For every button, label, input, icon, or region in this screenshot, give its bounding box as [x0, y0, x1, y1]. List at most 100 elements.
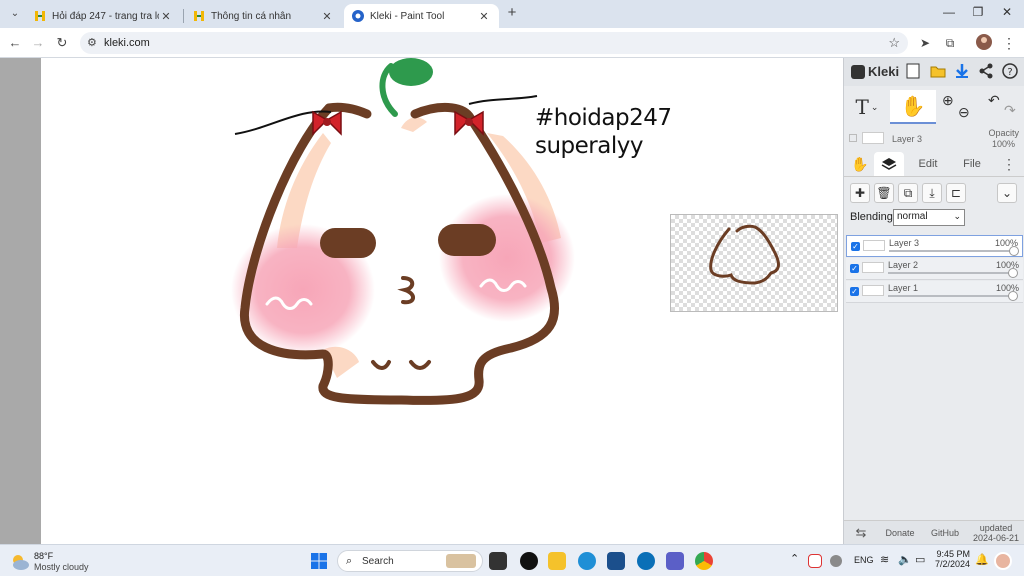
hoidap-favicon-icon — [193, 10, 205, 22]
reload-icon[interactable]: ↻ — [53, 34, 71, 52]
new-image-icon[interactable] — [906, 63, 924, 81]
kleki-sidebar: Kleki ? T ⌄ ✋ ⊕ ⊖ ↶ ↷ Layer 3 Opacity 10… — [843, 58, 1024, 544]
forward-icon[interactable]: → — [29, 34, 47, 52]
blending-select[interactable]: normal ⌄ — [893, 209, 965, 226]
browser-menu-icon[interactable]: ⋮ — [1000, 34, 1018, 52]
layer-row-1[interactable]: ✓ Layer 1 100% — [846, 281, 1023, 303]
layer-name: Layer 3 — [889, 238, 920, 248]
extensions-icon[interactable]: ⧉ — [941, 34, 959, 52]
rename-layer-icon[interactable]: ⊏ — [946, 183, 966, 203]
close-tab-icon[interactable]: ✕ — [477, 10, 491, 23]
chrome-icon[interactable] — [695, 552, 713, 570]
notifications-icon[interactable]: 🔔 — [975, 553, 989, 566]
tab-edit[interactable]: Edit — [908, 152, 948, 176]
help-icon[interactable]: ? — [1002, 63, 1020, 81]
layer-name: Layer 2 — [888, 260, 919, 270]
swap-sides-icon[interactable]: ⇆ — [844, 525, 878, 541]
restore-icon[interactable]: ❐ — [969, 5, 987, 21]
clock-time: 9:45 PM — [936, 549, 970, 559]
layer-opacity-slider[interactable] — [888, 291, 1018, 301]
close-tab-icon[interactable]: ✕ — [320, 10, 334, 23]
hand-tool-icon[interactable]: ✋ — [890, 90, 936, 124]
more-options-icon[interactable]: ⋮ — [1000, 152, 1018, 176]
redo-icon[interactable]: ↷ — [1004, 102, 1016, 119]
svg-text:?: ? — [1007, 67, 1012, 78]
browser-tab-kleki[interactable]: Kleki - Paint Tool ✕ — [344, 4, 499, 28]
battery-icon[interactable]: ▭ — [915, 553, 925, 566]
teams-icon[interactable] — [666, 552, 684, 570]
layer-row-3[interactable]: ✓ Layer 3 100% — [846, 235, 1023, 257]
slider-knob[interactable] — [1009, 246, 1019, 256]
bookmark-star-icon[interactable]: ☆ — [888, 35, 900, 51]
tab-title: Hỏi đáp 247 - trang tra loi — [52, 10, 159, 22]
task-view-icon[interactable] — [489, 552, 507, 570]
profile-avatar[interactable] — [975, 34, 993, 52]
address-bar: ← → ↻ ⚙ kleki.com ☆ ➤ ⧉ ⋮ — [0, 28, 1024, 58]
copilot-avatar[interactable] — [994, 552, 1012, 570]
blending-label: Blending — [850, 211, 893, 223]
hashtag-text: #hoidap247 superalyy — [535, 104, 672, 160]
dell-icon[interactable] — [637, 552, 655, 570]
duplicate-layer-icon[interactable]: ⧉ — [898, 183, 918, 203]
edge-icon[interactable] — [578, 552, 596, 570]
github-link[interactable]: GitHub — [922, 528, 968, 538]
merge-layer-icon[interactable]: ⤓ — [922, 183, 942, 203]
browser-tab-profile[interactable]: Thông tin cá nhân ✕ — [185, 4, 342, 28]
browser-tab-hoidap[interactable]: Hỏi đáp 247 - trang tra loi ✕ — [26, 4, 181, 28]
site-info-icon[interactable]: ⚙ — [87, 36, 97, 49]
clock[interactable]: 9:45 PM 7/2/2024 — [934, 549, 970, 569]
wifi-icon[interactable]: ≋ — [880, 553, 889, 566]
back-icon[interactable]: ← — [6, 34, 24, 52]
donate-link[interactable]: Donate — [878, 528, 922, 538]
close-tab-icon[interactable]: ✕ — [159, 10, 173, 23]
share-icon[interactable] — [978, 63, 996, 81]
tab-separator — [183, 9, 184, 23]
tiktok-icon[interactable] — [520, 552, 538, 570]
tab-layers-icon[interactable] — [874, 152, 904, 176]
slider-knob[interactable] — [1008, 268, 1018, 278]
url-input[interactable]: ⚙ kleki.com ☆ — [80, 32, 908, 54]
close-window-icon[interactable]: ✕ — [998, 5, 1016, 21]
hashtag-line-2: superalyy — [535, 133, 643, 159]
drawing-canvas[interactable]: #hoidap247 superalyy — [41, 58, 843, 544]
layer-visibility-checkbox[interactable]: ✓ — [850, 264, 859, 273]
store-icon[interactable] — [607, 552, 625, 570]
layer-row-2[interactable]: ✓ Layer 2 100% — [846, 258, 1023, 280]
show-hidden-icons-icon[interactable]: ⌃ — [790, 552, 799, 565]
windows-start-icon[interactable] — [310, 552, 328, 570]
weather-temp: 88°F — [34, 551, 54, 561]
opacity-label: Opacity — [988, 128, 1019, 138]
kleki-logo[interactable]: Kleki — [851, 64, 899, 79]
tray-update-icon[interactable] — [830, 555, 842, 567]
zoom-in-icon[interactable]: ⊕ — [942, 92, 954, 109]
volume-icon[interactable]: 🔈 — [898, 553, 912, 566]
layer-thumbnail — [862, 285, 884, 296]
open-folder-icon[interactable] — [930, 63, 948, 81]
layers-dropdown-icon[interactable]: ⌄ — [997, 183, 1017, 203]
zoom-out-icon[interactable]: ⊖ — [958, 104, 970, 121]
updated-info: updated 2024-06-21 — [968, 523, 1024, 543]
download-icon[interactable] — [954, 63, 972, 81]
tab-search-icon[interactable]: ⌄ — [6, 5, 24, 23]
minimize-icon[interactable]: — — [940, 5, 958, 21]
slider-knob[interactable] — [1008, 291, 1018, 301]
file-explorer-icon[interactable] — [548, 552, 566, 570]
taskbar-search-input[interactable]: ⌕ Search — [337, 550, 483, 572]
layer-visibility-checkbox[interactable]: ✓ — [851, 242, 860, 251]
new-tab-icon[interactable]: + — [503, 4, 521, 22]
add-layer-icon[interactable]: ✚ — [850, 183, 870, 203]
current-layer-info: Layer 3 Opacity 100% — [844, 126, 1024, 152]
tab-hand-icon[interactable]: ✋ — [848, 152, 872, 176]
layer-preview-drawing — [709, 224, 780, 285]
delete-layer-icon[interactable]: 🗑 — [874, 183, 894, 203]
layer-visibility-checkbox[interactable]: ✓ — [850, 287, 859, 296]
tab-file[interactable]: File — [952, 152, 992, 176]
layer-opacity-slider[interactable] — [888, 268, 1018, 278]
send-icon[interactable]: ➤ — [916, 34, 934, 52]
layer-info-checkbox[interactable] — [849, 134, 857, 142]
undo-icon[interactable]: ↶ — [988, 92, 1000, 109]
tray-app-icon[interactable] — [808, 554, 822, 568]
layer-opacity-slider[interactable] — [889, 246, 1019, 256]
text-tool-icon[interactable]: T ⌄ — [844, 90, 890, 124]
language-indicator[interactable]: ENG — [854, 555, 874, 565]
